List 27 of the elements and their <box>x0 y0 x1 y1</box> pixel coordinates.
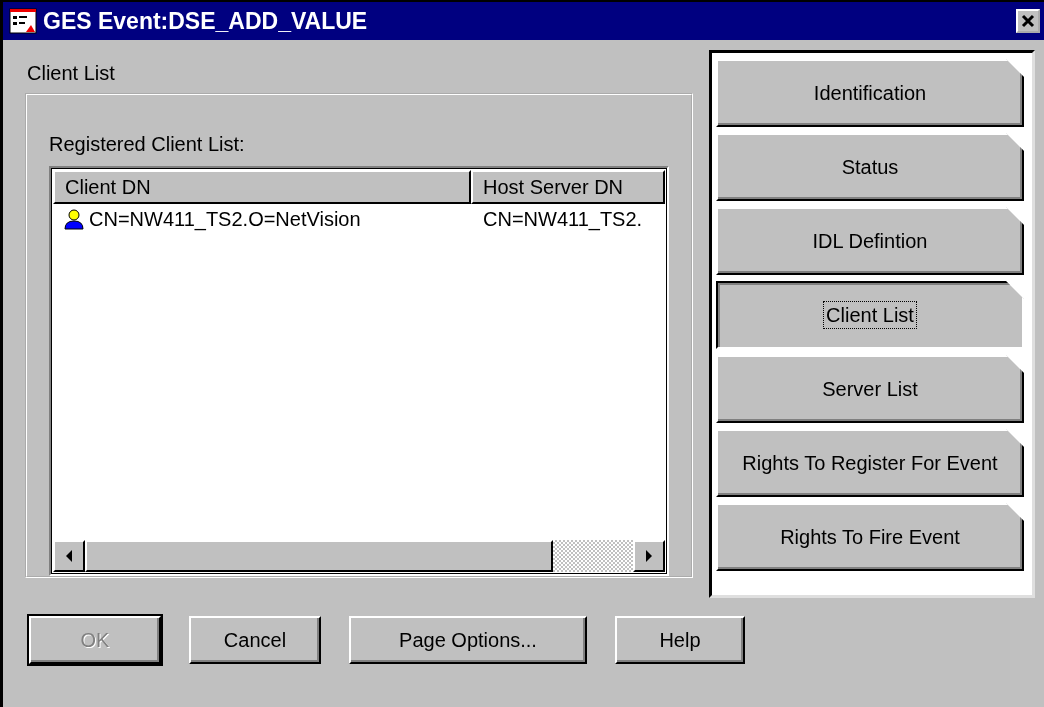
column-header[interactable]: Host Server DN <box>471 170 665 204</box>
page-tab[interactable]: IDL Defintion <box>716 207 1024 275</box>
page-tab[interactable]: Server List <box>716 355 1024 423</box>
scroll-right-button[interactable] <box>633 540 665 572</box>
dialog-button[interactable]: Page Options... <box>349 616 587 664</box>
table-cell: CN=NW411_TS2.O=NetVision <box>89 207 361 231</box>
close-icon <box>1021 14 1035 28</box>
table-cell-text: CN=NW411_TS2. <box>482 207 643 231</box>
page-tab[interactable]: Client List <box>716 281 1024 349</box>
scroll-thumb[interactable] <box>85 540 553 572</box>
scroll-left-button[interactable] <box>53 540 85 572</box>
close-button[interactable] <box>1016 9 1040 33</box>
page-title: Client List <box>27 62 116 85</box>
page-tab[interactable]: Rights To Fire Event <box>716 503 1024 571</box>
list-label: Registered Client List: <box>49 133 246 156</box>
horizontal-scrollbar[interactable] <box>53 540 665 572</box>
right-arrow-icon <box>645 550 653 562</box>
dialog-button[interactable]: Cancel <box>189 616 321 664</box>
app-window-icon <box>9 8 37 34</box>
window-title: GES Event:DSE_ADD_VALUE <box>43 7 369 35</box>
page-tab[interactable]: Rights To Register For Event <box>716 429 1024 497</box>
page-tab[interactable]: Status <box>716 133 1024 201</box>
dialog-button[interactable]: Help <box>615 616 745 664</box>
user-icon <box>63 208 85 230</box>
left-arrow-icon <box>65 550 73 562</box>
page-tab[interactable]: Identification <box>716 59 1024 127</box>
column-header[interactable]: Client DN <box>53 170 471 204</box>
